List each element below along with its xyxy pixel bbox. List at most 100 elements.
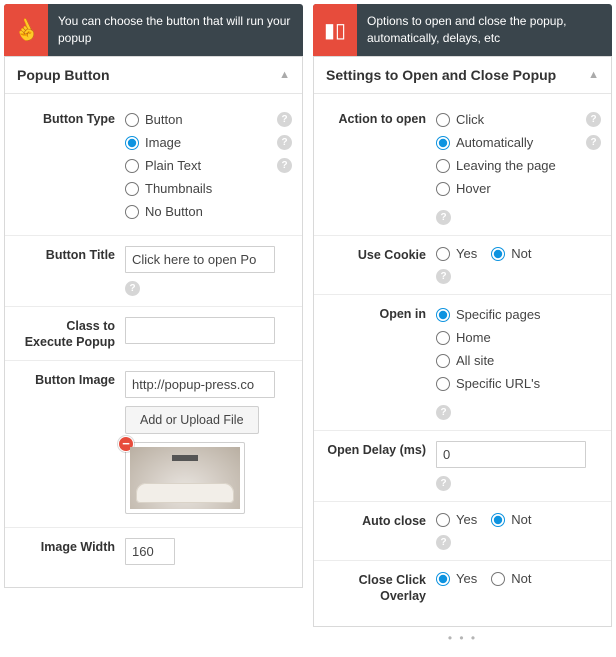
upload-file-button[interactable]: Add or Upload File — [125, 406, 259, 434]
help-icon[interactable]: ? — [277, 158, 292, 173]
option-label: Yes — [456, 512, 477, 527]
open-delay-row: Open Delay (ms) ? — [314, 431, 611, 502]
help-icon[interactable]: ? — [586, 112, 601, 127]
help-icon[interactable]: ? — [436, 535, 451, 550]
option-label: Specific URL's — [456, 376, 540, 391]
auto-close-no[interactable]: Not — [491, 512, 531, 527]
action-open-radio-click[interactable] — [436, 113, 450, 127]
option-label: Thumbnails — [145, 181, 212, 196]
button-type-option-button[interactable]: Button ? — [125, 110, 292, 133]
settings-column: ▮▯ Options to open and close the popup, … — [313, 4, 612, 649]
panel-title-text: Settings to Open and Close Popup — [326, 67, 556, 83]
close-overlay-radio-no[interactable] — [491, 572, 505, 586]
close-overlay-yes[interactable]: Yes — [436, 571, 477, 586]
open-in-home[interactable]: Home — [436, 328, 601, 351]
open-delay-ctrl: ? — [436, 441, 601, 491]
open-in-radio-home[interactable] — [436, 331, 450, 345]
button-image-url-input[interactable] — [125, 371, 275, 398]
use-cookie-no[interactable]: Not — [491, 246, 531, 261]
button-type-radio-image[interactable] — [125, 136, 139, 150]
action-open-label: Action to open — [324, 110, 436, 225]
option-label: Not — [511, 512, 531, 527]
settings-panel-body: Action to open Click ? Automatically ? — [314, 94, 611, 626]
button-image-row: Button Image Add or Upload File − — [5, 361, 302, 528]
button-type-radio-nobutton[interactable] — [125, 205, 139, 219]
open-delay-label: Open Delay (ms) — [324, 441, 436, 491]
button-title-ctrl: ? — [125, 246, 292, 296]
option-label: Yes — [456, 246, 477, 261]
help-icon[interactable]: ? — [436, 210, 451, 225]
close-overlay-row: Close Click Overlay Yes Not — [314, 561, 611, 614]
button-title-row: Button Title ? — [5, 236, 302, 307]
auto-close-yes[interactable]: Yes — [436, 512, 477, 527]
help-icon[interactable]: ? — [586, 135, 601, 150]
class-execute-row: Class to Execute Popup — [5, 307, 302, 361]
help-icon[interactable]: ? — [436, 476, 451, 491]
open-in-row: Open in Specific pages Home All site — [314, 295, 611, 431]
auto-close-ctrl: Yes Not ? — [436, 512, 601, 550]
button-title-input[interactable] — [125, 246, 275, 273]
help-icon[interactable]: ? — [436, 405, 451, 420]
open-in-radio-allsite[interactable] — [436, 354, 450, 368]
button-type-option-thumbnails[interactable]: Thumbnails — [125, 179, 292, 202]
action-open-auto[interactable]: Automatically ? — [436, 133, 601, 156]
open-in-radio-specific[interactable] — [436, 308, 450, 322]
action-open-radio-hover[interactable] — [436, 182, 450, 196]
option-label: Home — [456, 330, 491, 345]
image-width-input[interactable] — [125, 538, 175, 565]
option-label: Automatically — [456, 135, 533, 150]
close-overlay-label: Close Click Overlay — [324, 571, 436, 604]
button-type-radio-plaintext[interactable] — [125, 159, 139, 173]
action-open-leaving[interactable]: Leaving the page — [436, 156, 601, 179]
option-label: Specific pages — [456, 307, 541, 322]
help-icon[interactable]: ? — [277, 135, 292, 150]
help-icon[interactable]: ? — [125, 281, 140, 296]
image-width-ctrl — [125, 538, 292, 565]
option-label: Not — [511, 571, 531, 586]
button-type-option-nobutton[interactable]: No Button — [125, 202, 292, 225]
left-header: ☝ You can choose the button that will ru… — [4, 4, 303, 56]
button-type-option-plaintext[interactable]: Plain Text ? — [125, 156, 292, 179]
action-open-radio-auto[interactable] — [436, 136, 450, 150]
popup-button-panel-title[interactable]: Popup Button ▲ — [5, 56, 302, 94]
action-open-click[interactable]: Click ? — [436, 110, 601, 133]
use-cookie-label: Use Cookie — [324, 246, 436, 284]
button-type-option-image[interactable]: Image ? — [125, 133, 292, 156]
action-open-radio-leaving[interactable] — [436, 159, 450, 173]
open-in-options: Specific pages Home All site Specif — [436, 305, 601, 420]
open-in-allsite[interactable]: All site — [436, 351, 601, 374]
close-overlay-radio-yes[interactable] — [436, 572, 450, 586]
use-cookie-radio-no[interactable] — [491, 247, 505, 261]
popup-button-column: ☝ You can choose the button that will ru… — [4, 4, 303, 649]
settings-panel-title[interactable]: Settings to Open and Close Popup ▲ — [314, 56, 611, 94]
image-thumbnail-wrap[interactable]: − — [125, 442, 245, 514]
two-column-layout: ☝ You can choose the button that will ru… — [0, 0, 616, 653]
open-in-radio-urls[interactable] — [436, 377, 450, 391]
right-header: ▮▯ Options to open and close the popup, … — [313, 4, 612, 56]
auto-close-radio-no[interactable] — [491, 513, 505, 527]
open-in-specific[interactable]: Specific pages — [436, 305, 601, 328]
option-label: Leaving the page — [456, 158, 556, 173]
button-type-radio-thumbnails[interactable] — [125, 182, 139, 196]
help-icon[interactable]: ? — [436, 269, 451, 284]
open-in-urls[interactable]: Specific URL's — [436, 374, 601, 397]
use-cookie-radio-yes[interactable] — [436, 247, 450, 261]
settings-panel: Settings to Open and Close Popup ▲ Actio… — [313, 56, 612, 627]
close-overlay-no[interactable]: Not — [491, 571, 531, 586]
open-delay-input[interactable] — [436, 441, 586, 468]
use-cookie-yes[interactable]: Yes — [436, 246, 477, 261]
option-label: Click — [456, 112, 484, 127]
auto-close-radio-yes[interactable] — [436, 513, 450, 527]
auto-close-row: Auto close Yes Not ? — [314, 502, 611, 561]
action-open-options: Click ? Automatically ? Leaving the page — [436, 110, 601, 225]
right-header-text: Options to open and close the popup, aut… — [357, 5, 612, 55]
action-open-row: Action to open Click ? Automatically ? — [314, 100, 611, 236]
help-icon[interactable]: ? — [277, 112, 292, 127]
option-label: Not — [511, 246, 531, 261]
use-cookie-ctrl: Yes Not ? — [436, 246, 601, 284]
class-execute-input[interactable] — [125, 317, 275, 344]
action-open-hover[interactable]: Hover — [436, 179, 601, 202]
button-type-radio-button[interactable] — [125, 113, 139, 127]
close-overlay-ctrl: Yes Not — [436, 571, 601, 604]
option-label: Image — [145, 135, 181, 150]
